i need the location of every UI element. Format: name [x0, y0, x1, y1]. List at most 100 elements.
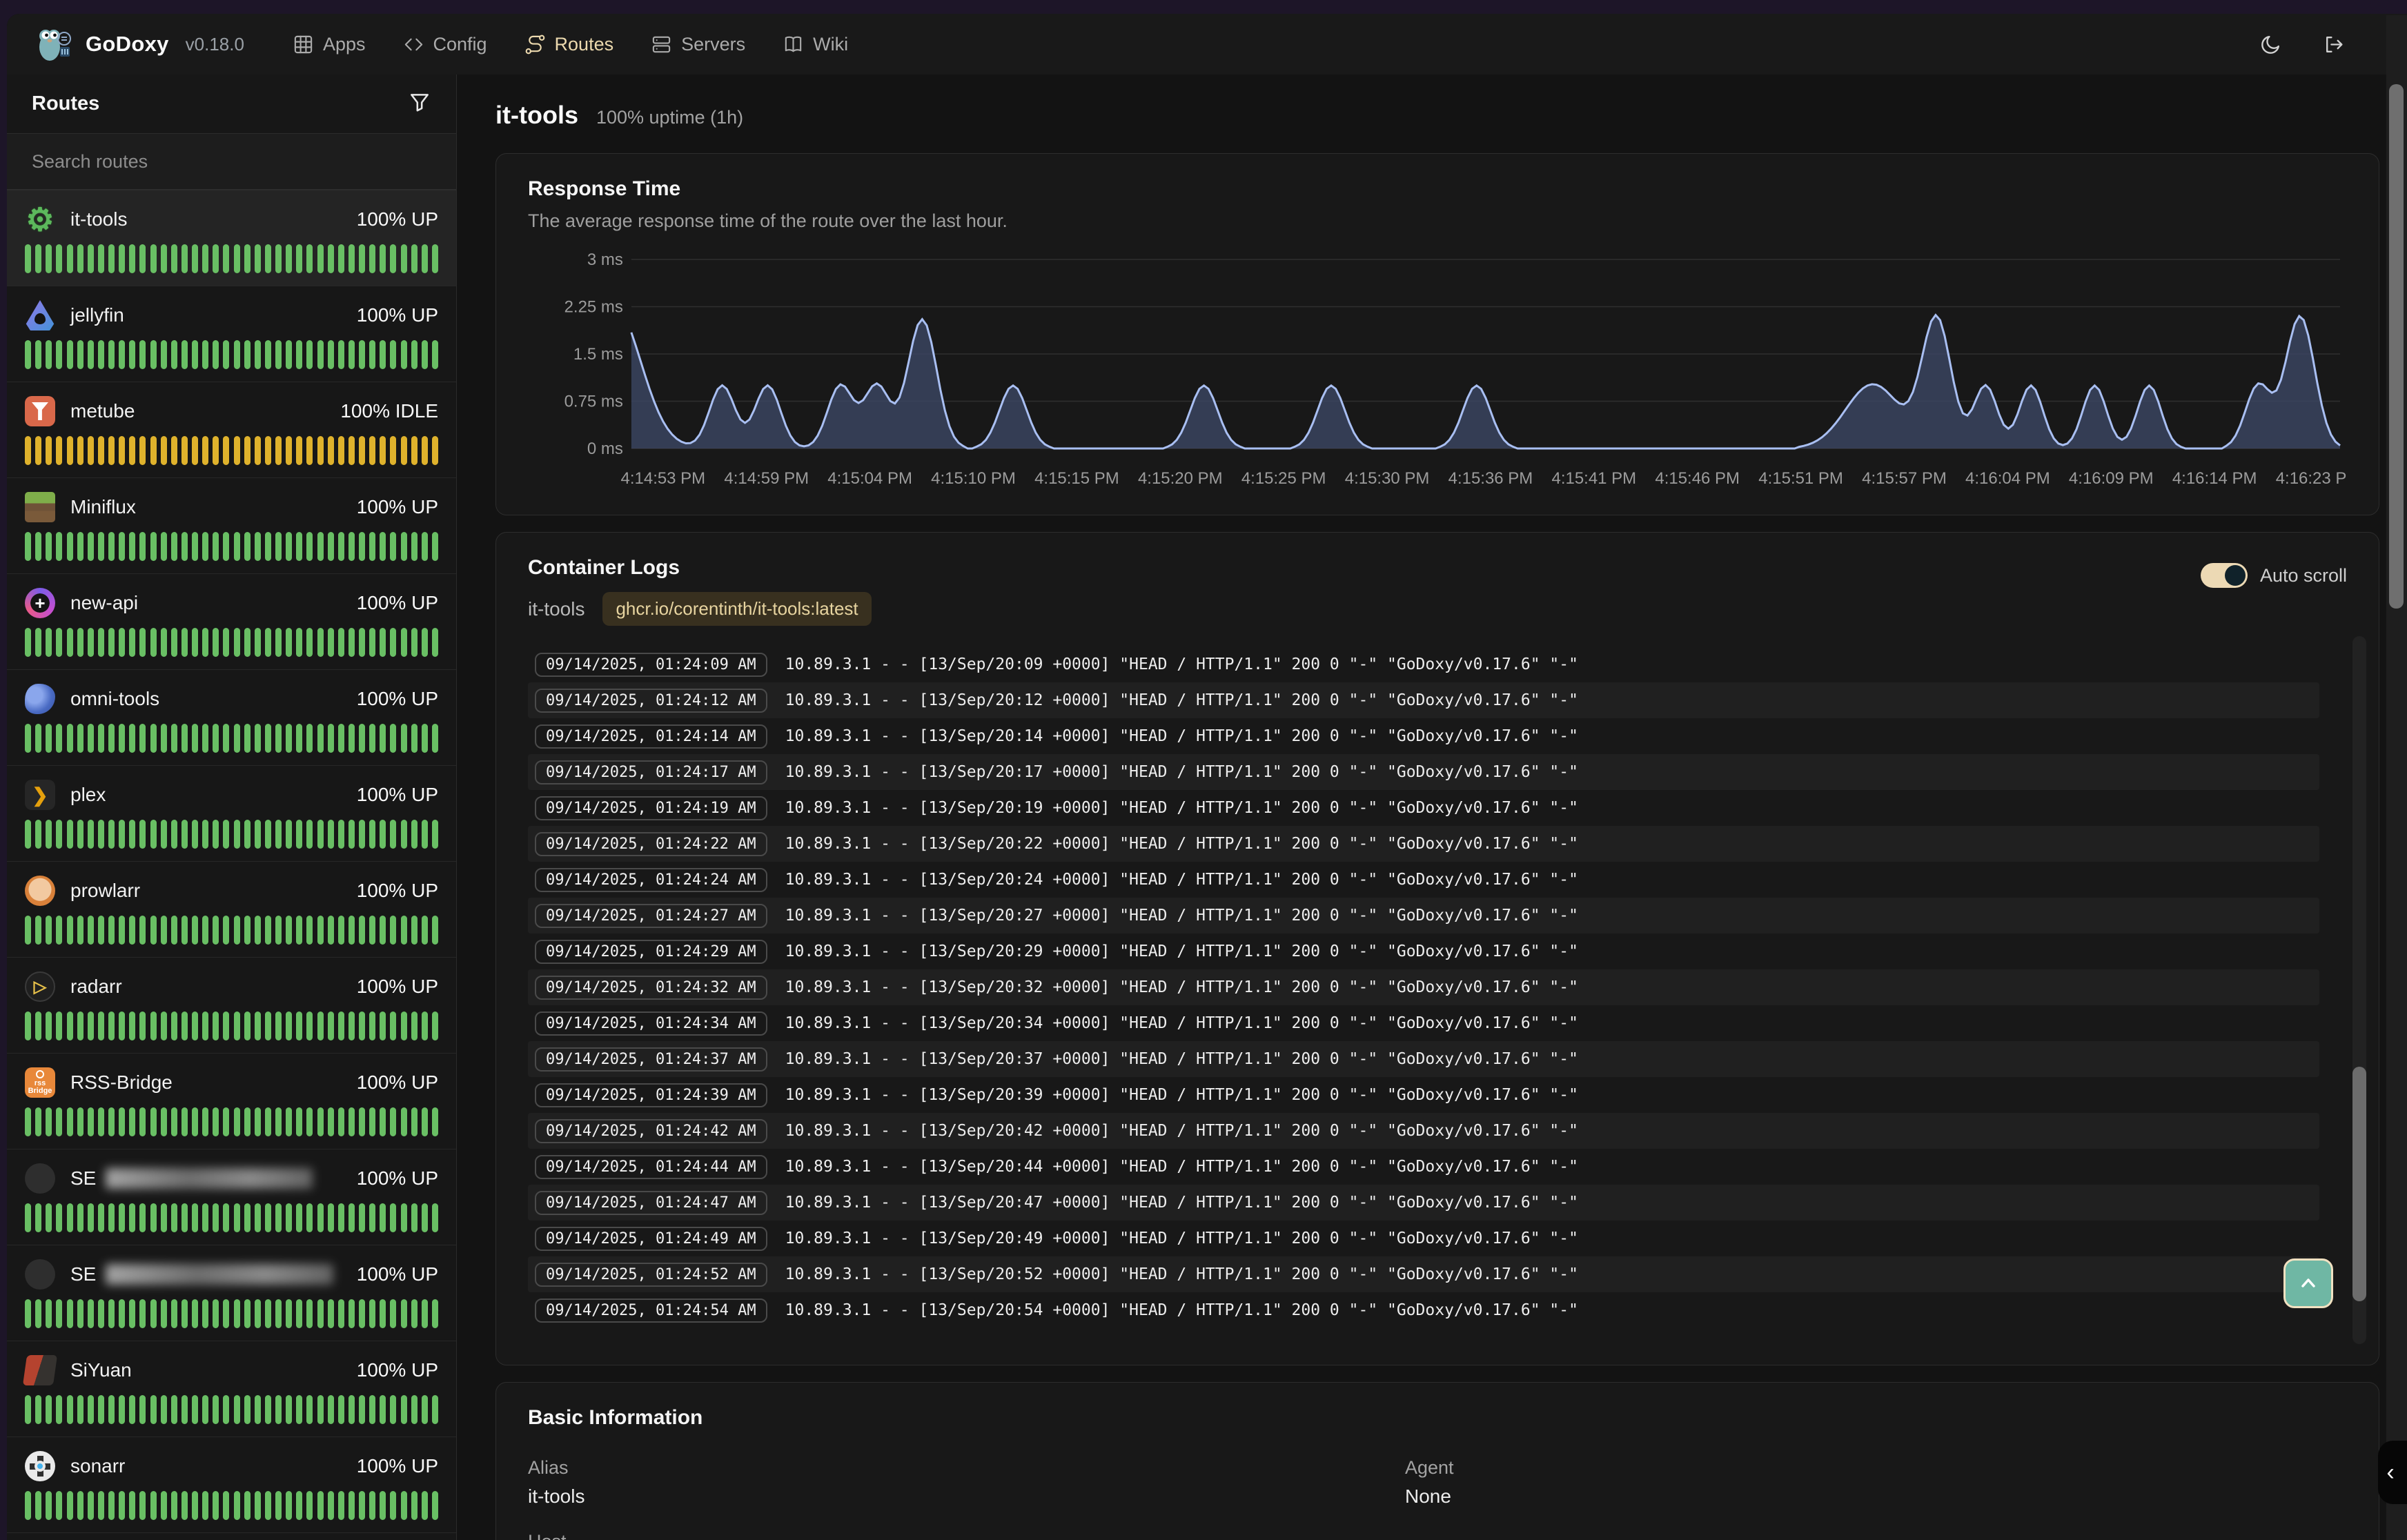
uptime-bars	[25, 1299, 438, 1328]
log-scrollbar[interactable]	[2352, 636, 2366, 1344]
uptime-bars	[25, 1011, 438, 1040]
scroll-to-top-button[interactable]	[2283, 1258, 2333, 1308]
route-name: SE	[70, 1167, 313, 1189]
svg-text:4:16:14 PM: 4:16:14 PM	[2172, 469, 2257, 488]
route-name: prowlarr	[70, 880, 140, 902]
route-name: omni-tools	[70, 688, 159, 710]
route-status: 100% UP	[357, 304, 438, 326]
filter-icon[interactable]	[408, 90, 431, 117]
log-timestamp: 09/14/2025, 01:24:17 AM	[535, 760, 767, 784]
nav-menu: Apps Config Routes Servers Wiki	[293, 34, 848, 55]
chevron-up-icon	[2296, 1271, 2321, 1296]
log-message: 10.89.3.1 - - [13/Sep/20:39 +0000] "HEAD…	[785, 1086, 1578, 1104]
route-status: 100% UP	[357, 976, 438, 998]
log-row: 09/14/2025, 01:24:12 AM 10.89.3.1 - - [1…	[528, 682, 2319, 718]
route-status: 100% UP	[357, 784, 438, 806]
auto-scroll-label: Auto scroll	[2260, 565, 2347, 586]
nav-item-apps[interactable]: Apps	[293, 34, 366, 55]
log-row: 09/14/2025, 01:24:49 AM 10.89.3.1 - - [1…	[528, 1221, 2319, 1256]
log-timestamp: 09/14/2025, 01:24:12 AM	[535, 689, 767, 713]
route-item-plex[interactable]: ❯ plex 100% UP	[7, 766, 456, 862]
uptime-bars	[25, 724, 438, 753]
chevron-left-icon: ‹	[2386, 1459, 2394, 1486]
log-timestamp: 09/14/2025, 01:24:22 AM	[535, 832, 767, 856]
basic-information-card: Basic Information Alias it-tools Agent N…	[495, 1382, 2379, 1540]
route-status: 100% UP	[357, 208, 438, 230]
uptime-bars	[25, 916, 438, 945]
route-item-new-api[interactable]: + new-api 100% UP	[7, 574, 456, 670]
route-item-siyuan[interactable]: SiYuan 100% UP	[7, 1341, 456, 1437]
page-scrollbar[interactable]	[2386, 15, 2407, 1540]
route-list: ⚙ it-tools 100% UP jellyfin 100% UP metu…	[7, 190, 456, 1540]
route-item-it-tools[interactable]: ⚙ it-tools 100% UP	[7, 190, 456, 286]
log-timestamp: 09/14/2025, 01:24:49 AM	[535, 1227, 767, 1251]
response-time-description: The average response time of the route o…	[528, 210, 2347, 232]
route-name: metube	[70, 400, 135, 422]
log-timestamp: 09/14/2025, 01:24:27 AM	[535, 904, 767, 928]
log-message: 10.89.3.1 - - [13/Sep/20:19 +0000] "HEAD…	[785, 799, 1578, 817]
page-scrollbar-thumb[interactable]	[2389, 84, 2404, 609]
route-item-sonarr[interactable]: sonarr 100% UP	[7, 1437, 456, 1533]
svg-text:4:15:46 PM: 4:15:46 PM	[1655, 469, 1740, 488]
nav-item-servers[interactable]: Servers	[651, 34, 745, 55]
response-time-chart: 0 ms0.75 ms1.5 ms2.25 ms3 ms4:14:53 PM4:…	[528, 248, 2347, 491]
log-timestamp: 09/14/2025, 01:24:52 AM	[535, 1263, 767, 1287]
book-icon	[783, 34, 804, 55]
log-row: 09/14/2025, 01:24:47 AM 10.89.3.1 - - [1…	[528, 1185, 2319, 1221]
drawer-handle[interactable]: ‹	[2378, 1441, 2407, 1504]
app-version: v0.18.0	[186, 34, 244, 55]
route-item-jellyfin[interactable]: jellyfin 100% UP	[7, 286, 456, 382]
container-logs-title: Container Logs	[528, 556, 872, 580]
route-item-omni-tools[interactable]: omni-tools 100% UP	[7, 670, 456, 766]
brand[interactable]: GoDoxy v0.18.0	[35, 26, 244, 62]
main-panel: it-tools 100% uptime (1h) Response Time …	[457, 75, 2407, 1540]
uptime-bars	[25, 1107, 438, 1136]
route-item-prowlarr[interactable]: prowlarr 100% UP	[7, 862, 456, 958]
route-status: 100% UP	[357, 1455, 438, 1477]
uptime-bars	[25, 1395, 438, 1424]
nav-item-routes[interactable]: Routes	[524, 34, 614, 55]
log-timestamp: 09/14/2025, 01:24:24 AM	[535, 868, 767, 892]
route-status: 100% UP	[357, 1167, 438, 1189]
log-timestamp: 09/14/2025, 01:24:29 AM	[535, 940, 767, 964]
route-status: 100% UP	[357, 880, 438, 902]
log-message: 10.89.3.1 - - [13/Sep/20:44 +0000] "HEAD…	[785, 1158, 1578, 1176]
log-timestamp: 09/14/2025, 01:24:39 AM	[535, 1083, 767, 1107]
log-row: 09/14/2025, 01:24:37 AM 10.89.3.1 - - [1…	[528, 1041, 2319, 1077]
route-item-se[interactable]: SE 100% UP	[7, 1149, 456, 1245]
log-row: 09/14/2025, 01:24:29 AM 10.89.3.1 - - [1…	[528, 934, 2319, 969]
svg-text:4:15:15 PM: 4:15:15 PM	[1034, 469, 1119, 488]
log-row: 09/14/2025, 01:24:09 AM 10.89.3.1 - - [1…	[528, 646, 2319, 682]
route-item-miniflux[interactable]: Miniflux 100% UP	[7, 478, 456, 574]
route-item-se[interactable]: SE 100% UP	[7, 1245, 456, 1341]
log-message: 10.89.3.1 - - [13/Sep/20:22 +0000] "HEAD…	[785, 835, 1578, 853]
route-item-rss-bridge[interactable]: rssBridge RSS-Bridge 100% UP	[7, 1054, 456, 1149]
auto-scroll-toggle[interactable]	[2201, 563, 2248, 588]
route-name: RSS-Bridge	[70, 1072, 173, 1094]
nav-item-wiki[interactable]: Wiki	[783, 34, 848, 55]
log-row: 09/14/2025, 01:24:19 AM 10.89.3.1 - - [1…	[528, 790, 2319, 826]
dark-mode-icon[interactable]	[2259, 33, 2282, 56]
log-scrollbar-thumb[interactable]	[2352, 1067, 2366, 1301]
siyuan-icon	[23, 1355, 57, 1385]
svg-text:4:15:41 PM: 4:15:41 PM	[1552, 469, 1637, 488]
route-item-metube[interactable]: metube 100% IDLE	[7, 382, 456, 478]
nav-item-config[interactable]: Config	[403, 34, 487, 55]
log-message: 10.89.3.1 - - [13/Sep/20:37 +0000] "HEAD…	[785, 1050, 1578, 1068]
log-row: 09/14/2025, 01:24:24 AM 10.89.3.1 - - [1…	[528, 862, 2319, 898]
sidebar-title: Routes	[32, 92, 99, 115]
container-logs-card: Container Logs it-tools ghcr.io/corentin…	[495, 532, 2379, 1365]
log-timestamp: 09/14/2025, 01:24:37 AM	[535, 1047, 767, 1072]
search-input[interactable]: Search routes	[7, 134, 456, 190]
route-name: sonarr	[70, 1455, 125, 1477]
log-row: 09/14/2025, 01:24:22 AM 10.89.3.1 - - [1…	[528, 826, 2319, 862]
log-message: 10.89.3.1 - - [13/Sep/20:49 +0000] "HEAD…	[785, 1230, 1578, 1247]
logout-icon[interactable]	[2322, 33, 2345, 56]
route-status: 100% UP	[357, 496, 438, 518]
svg-text:4:14:59 PM: 4:14:59 PM	[724, 469, 809, 488]
log-message: 10.89.3.1 - - [13/Sep/20:29 +0000] "HEAD…	[785, 942, 1578, 960]
log-list[interactable]: 09/14/2025, 01:24:09 AM 10.89.3.1 - - [1…	[528, 646, 2319, 1328]
log-timestamp: 09/14/2025, 01:24:09 AM	[535, 653, 767, 677]
route-item-radarr[interactable]: ▷ radarr 100% UP	[7, 958, 456, 1054]
log-timestamp: 09/14/2025, 01:24:19 AM	[535, 796, 767, 820]
